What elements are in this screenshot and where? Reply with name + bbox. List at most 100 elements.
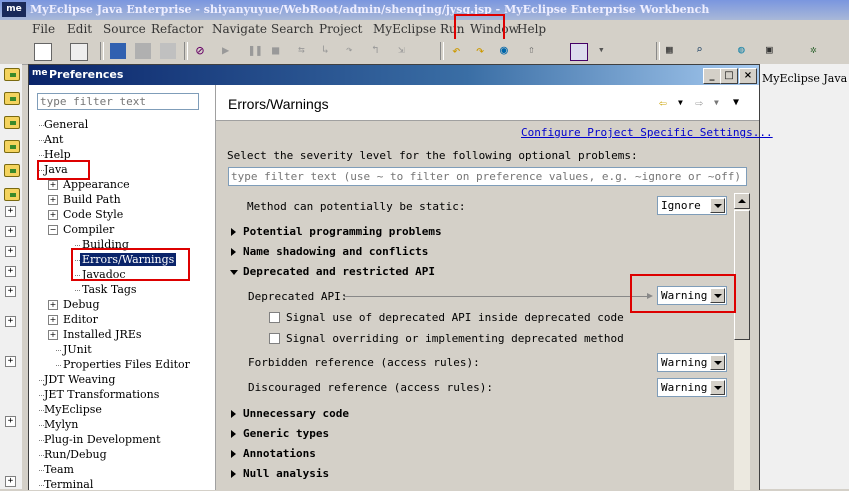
static-method-select[interactable]: Ignore — [657, 196, 727, 215]
globe-icon[interactable]: ◍ — [738, 43, 754, 59]
project-folder-icon[interactable] — [4, 164, 20, 177]
expand-arrow-icon[interactable] — [231, 470, 236, 478]
tree-node-general[interactable]: General — [44, 118, 88, 131]
tree-node-help[interactable]: Help — [44, 148, 71, 161]
camera-icon[interactable]: ▣ — [766, 43, 782, 59]
project-folder-icon[interactable] — [4, 92, 20, 105]
save-icon[interactable] — [110, 43, 126, 59]
maximize-button[interactable]: □ — [720, 68, 738, 84]
tree-node-appearance[interactable]: Appearance — [63, 178, 130, 191]
tree-node-plugin-development[interactable]: Plug-in Development — [44, 433, 161, 446]
run-icon[interactable]: ◉ — [500, 43, 516, 59]
expand-icon[interactable]: + — [5, 266, 16, 277]
expand-icon[interactable]: + — [5, 246, 16, 257]
new-package-icon[interactable] — [70, 43, 88, 61]
expand-icon[interactable]: + — [5, 206, 16, 217]
tree-node-editor[interactable]: Editor — [63, 313, 98, 326]
grid-icon[interactable]: ▦ — [666, 43, 682, 59]
expand-icon[interactable]: + — [48, 180, 58, 190]
forward-dropdown-icon[interactable]: ▼ — [714, 98, 719, 107]
tree-node-code-style[interactable]: Code Style — [63, 208, 123, 221]
back-dropdown-icon[interactable]: ▼ — [678, 98, 683, 107]
search-icon[interactable]: ⌕ — [696, 43, 712, 59]
section-deprecated-api[interactable]: Deprecated and restricted API — [243, 265, 435, 278]
collapse-arrow-icon[interactable] — [230, 270, 238, 275]
expand-arrow-icon[interactable] — [231, 430, 236, 438]
expand-icon[interactable]: + — [48, 195, 58, 205]
menu-window[interactable]: Window — [470, 22, 519, 36]
resume-icon[interactable]: ▶ — [222, 43, 238, 59]
drop-to-frame-icon[interactable]: ⇲ — [398, 43, 414, 59]
menu-help[interactable]: Help — [517, 22, 546, 36]
step-into-icon[interactable]: ↳ — [322, 43, 338, 59]
tree-node-junit[interactable]: JUnit — [63, 343, 92, 356]
section-unnecessary-code[interactable]: Unnecessary code — [243, 407, 349, 420]
section-generic-types[interactable]: Generic types — [243, 427, 329, 440]
tree-node-properties-files-editor[interactable]: Properties Files Editor — [63, 358, 190, 371]
project-folder-icon[interactable] — [4, 188, 20, 201]
configure-project-settings-link[interactable]: Configure Project Specific Settings... — [521, 126, 773, 139]
vertical-scrollbar[interactable] — [734, 193, 750, 490]
tree-node-task-tags[interactable]: Task Tags — [82, 283, 137, 296]
undo-icon[interactable]: ↶ — [452, 43, 468, 59]
tree-node-debug[interactable]: Debug — [63, 298, 100, 311]
tree-node-myeclipse[interactable]: MyEclipse — [44, 403, 102, 416]
discouraged-reference-select[interactable]: Warning — [657, 378, 727, 397]
deprecated-api-select[interactable]: Warning — [657, 286, 727, 305]
expand-icon[interactable]: + — [5, 226, 16, 237]
step-over-icon[interactable]: ↷ — [346, 43, 362, 59]
collapse-icon[interactable]: − — [48, 225, 58, 235]
tree-node-building[interactable]: Building — [82, 238, 129, 251]
deploy-icon[interactable]: ⇧ — [528, 43, 544, 59]
expand-icon[interactable]: + — [48, 330, 58, 340]
signal-inside-deprecated-checkbox[interactable] — [269, 312, 280, 323]
expand-icon[interactable]: + — [48, 210, 58, 220]
editor-tab[interactable]: MyEclipse Java — [762, 72, 847, 85]
tree-node-errors-warnings[interactable]: Errors/Warnings — [80, 253, 177, 266]
new-file-icon[interactable] — [34, 43, 52, 61]
tree-filter-input[interactable] — [37, 93, 199, 110]
tree-node-installed-jres[interactable]: Installed JREs — [63, 328, 142, 341]
redo-icon[interactable]: ↷ — [476, 43, 492, 59]
tree-node-mylyn[interactable]: Mylyn — [44, 418, 78, 431]
suspend-icon[interactable]: ❚❚ — [248, 43, 264, 59]
disconnect-icon[interactable]: ⇆ — [298, 43, 314, 59]
tree-node-ant[interactable]: Ant — [44, 133, 63, 146]
tree-node-javadoc[interactable]: Javadoc — [82, 268, 126, 281]
skip-breakpoints-icon[interactable]: ⊘ — [192, 43, 208, 59]
expand-arrow-icon[interactable] — [231, 410, 236, 418]
tree-node-team[interactable]: Team — [44, 463, 74, 476]
expand-icon[interactable]: + — [5, 316, 16, 327]
menu-source[interactable]: Source — [103, 22, 146, 36]
scroll-up-icon[interactable] — [734, 193, 750, 209]
close-button[interactable]: × — [739, 68, 757, 84]
print-icon[interactable] — [135, 43, 151, 59]
gear-icon[interactable]: ✲ — [810, 43, 826, 59]
tree-node-run-debug[interactable]: Run/Debug — [44, 448, 107, 461]
tree-node-compiler[interactable]: Compiler — [63, 223, 114, 236]
expand-arrow-icon[interactable] — [231, 228, 236, 236]
section-annotations[interactable]: Annotations — [243, 447, 316, 460]
menu-file[interactable]: File — [32, 22, 55, 36]
forbidden-reference-select[interactable]: Warning — [657, 353, 727, 372]
open-type-icon[interactable] — [570, 43, 588, 61]
expand-icon[interactable]: + — [48, 300, 58, 310]
expand-icon[interactable]: + — [5, 476, 16, 487]
expand-arrow-icon[interactable] — [231, 450, 236, 458]
menu-project[interactable]: Project — [319, 22, 362, 36]
scroll-thumb[interactable] — [734, 210, 750, 340]
menu-navigate[interactable]: Navigate — [212, 22, 267, 36]
section-potential-problems[interactable]: Potential programming problems — [243, 225, 442, 238]
tree-node-jet-transformations[interactable]: JET Transformations — [44, 388, 159, 401]
menu-myeclipse[interactable]: MyEclipse — [373, 22, 436, 36]
tree-node-java[interactable]: Java — [44, 163, 68, 176]
back-arrow-icon[interactable]: ⇦ — [659, 96, 667, 111]
expand-arrow-icon[interactable] — [231, 248, 236, 256]
tree-node-terminal[interactable]: Terminal — [44, 478, 93, 491]
project-folder-icon[interactable] — [4, 140, 20, 153]
menu-edit[interactable]: Edit — [67, 22, 92, 36]
forward-arrow-icon[interactable]: ⇨ — [695, 96, 703, 111]
view-menu-icon[interactable]: ▼ — [733, 97, 739, 108]
menu-run[interactable]: Run — [440, 22, 465, 36]
expand-icon[interactable]: + — [48, 315, 58, 325]
